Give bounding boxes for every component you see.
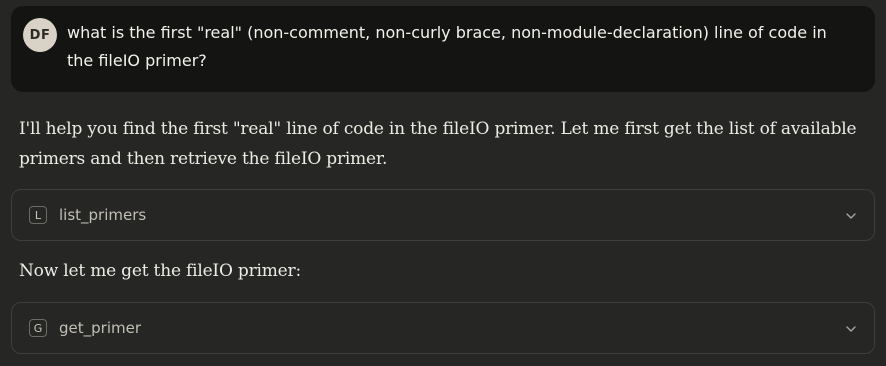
tool-call-list-primers[interactable]: L list_primers xyxy=(11,189,875,241)
tool-letter-icon: L xyxy=(29,206,47,224)
user-message-text: what is the first "real" (non-comment, n… xyxy=(67,23,827,70)
tool-letter-icon: G xyxy=(29,319,47,337)
tool-call-name: get_primer xyxy=(59,319,141,337)
tool-call-get-primer[interactable]: G get_primer xyxy=(11,302,875,354)
chevron-down-icon[interactable] xyxy=(844,322,858,336)
assistant-intro-text: I'll help you find the first "real" line… xyxy=(19,119,857,169)
tool-call-name: list_primers xyxy=(59,206,147,224)
user-avatar: DF xyxy=(23,18,57,52)
chevron-down-icon[interactable] xyxy=(844,209,858,223)
assistant-followup-text: Now let me get the fileIO primer: xyxy=(19,261,301,281)
user-message-bubble: DF what is the first "real" (non-comment… xyxy=(11,6,875,92)
